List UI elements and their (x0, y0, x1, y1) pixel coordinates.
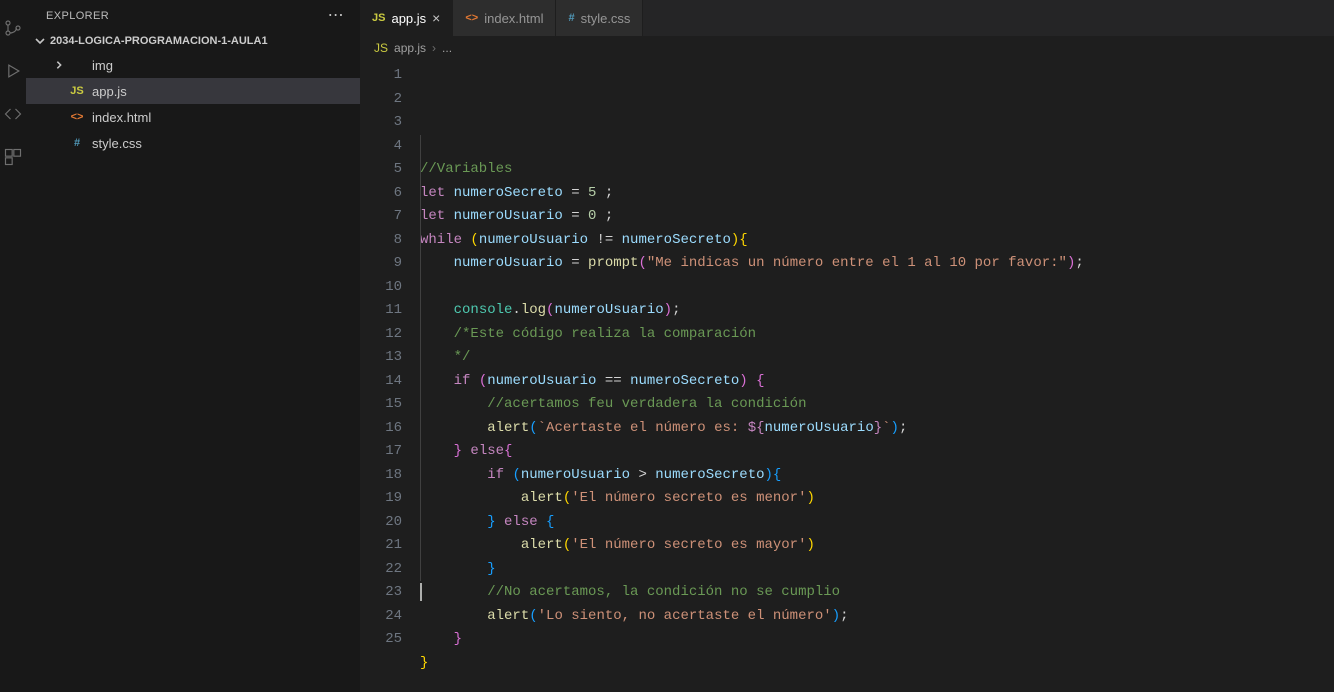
indent-guide (420, 135, 421, 581)
code-line[interactable]: } else{ (420, 440, 1334, 464)
js-file-icon: JS (374, 41, 388, 55)
code-line[interactable]: /*Este código realiza la comparación (420, 323, 1334, 347)
text-cursor (420, 583, 422, 601)
breadcrumb-file: app.js (394, 41, 426, 55)
code-editor[interactable]: 1234567891011121314151617181920212223242… (360, 60, 1334, 692)
code-line[interactable]: alert('El número secreto es menor') (420, 487, 1334, 511)
tab-label: index.html (484, 11, 543, 26)
code-line[interactable]: } (420, 652, 1334, 676)
debug-icon[interactable] (3, 61, 23, 84)
html-file-icon: <> (68, 111, 86, 123)
code-line[interactable]: if (numeroUsuario > numeroSecreto){ (420, 464, 1334, 488)
editor-tab[interactable]: <> index.html (453, 0, 556, 36)
code-line[interactable]: //acertamos feu verdadera la condición (420, 393, 1334, 417)
js-file-icon: JS (68, 85, 86, 97)
project-root[interactable]: 2034-LOGICA-PROGRAMACION-1-AULA1 (26, 32, 360, 50)
breadcrumb-rest: ... (442, 41, 452, 55)
explorer-header: EXPLORER ⋯ (26, 0, 360, 32)
source-control-icon[interactable] (3, 18, 23, 41)
tab-label: style.css (581, 11, 631, 26)
file-tree-item[interactable]: <> index.html (26, 104, 360, 130)
html-file-icon: <> (465, 12, 478, 24)
code-line[interactable]: //Variables (420, 158, 1334, 182)
tag-icon[interactable] (3, 104, 23, 127)
activity-bar (0, 0, 26, 692)
code-line[interactable]: alert('Lo siento, no acertaste el número… (420, 605, 1334, 629)
file-tree-item[interactable]: JS app.js (26, 78, 360, 104)
tab-label: app.js (391, 11, 426, 26)
project-name: 2034-LOGICA-PROGRAMACION-1-AULA1 (50, 35, 268, 47)
code-line[interactable] (420, 276, 1334, 300)
css-file-icon: # (68, 137, 86, 149)
extensions-icon[interactable] (3, 147, 23, 170)
code-line[interactable]: if (numeroUsuario == numeroSecreto) { (420, 370, 1334, 394)
code-line[interactable]: let numeroSecreto = 5 ; (420, 182, 1334, 206)
breadcrumb-sep: › (432, 41, 436, 55)
file-tree: img JS app.js <> index.html # style.css (26, 50, 360, 156)
code-line[interactable]: numeroUsuario = prompt("Me indicas un nú… (420, 252, 1334, 276)
code-line[interactable]: } else { (420, 511, 1334, 535)
file-tree-item[interactable]: # style.css (26, 130, 360, 156)
editor-tab[interactable]: # style.css (556, 0, 643, 36)
code-line[interactable]: } (420, 558, 1334, 582)
code-line[interactable]: //No acertamos, la condición no se cumpl… (420, 581, 1334, 605)
js-file-icon: JS (372, 12, 385, 24)
code-content[interactable]: //Variableslet numeroSecreto = 5 ;let nu… (420, 60, 1334, 692)
file-label: app.js (92, 84, 127, 99)
editor-tabs: JS app.js × <> index.html # style.css (360, 0, 1334, 36)
css-file-icon: # (568, 12, 574, 24)
editor-area: JS app.js × <> index.html # style.css JS app.j… (360, 0, 1334, 692)
code-line[interactable]: while (numeroUsuario != numeroSecreto){ (420, 229, 1334, 253)
breadcrumb[interactable]: JS app.js › ... (360, 36, 1334, 60)
code-line[interactable]: } (420, 628, 1334, 652)
file-label: img (92, 58, 113, 73)
close-icon[interactable]: × (432, 10, 440, 26)
code-line[interactable]: console.log(numeroUsuario); (420, 299, 1334, 323)
code-line[interactable]: */ (420, 346, 1334, 370)
code-line[interactable]: alert('El número secreto es mayor') (420, 534, 1334, 558)
explorer-sidebar: EXPLORER ⋯ 2034-LOGICA-PROGRAMACION-1-AU… (26, 0, 360, 692)
file-label: index.html (92, 110, 151, 125)
code-line[interactable] (420, 675, 1334, 692)
file-label: style.css (92, 136, 142, 151)
editor-tab[interactable]: JS app.js × (360, 0, 453, 36)
explorer-title: EXPLORER (46, 10, 109, 22)
line-gutter: 1234567891011121314151617181920212223242… (360, 60, 420, 692)
code-line[interactable]: let numeroUsuario = 0 ; (420, 205, 1334, 229)
file-tree-item[interactable]: img (26, 52, 360, 78)
code-line[interactable]: alert(`Acertaste el número es: ${numeroU… (420, 417, 1334, 441)
